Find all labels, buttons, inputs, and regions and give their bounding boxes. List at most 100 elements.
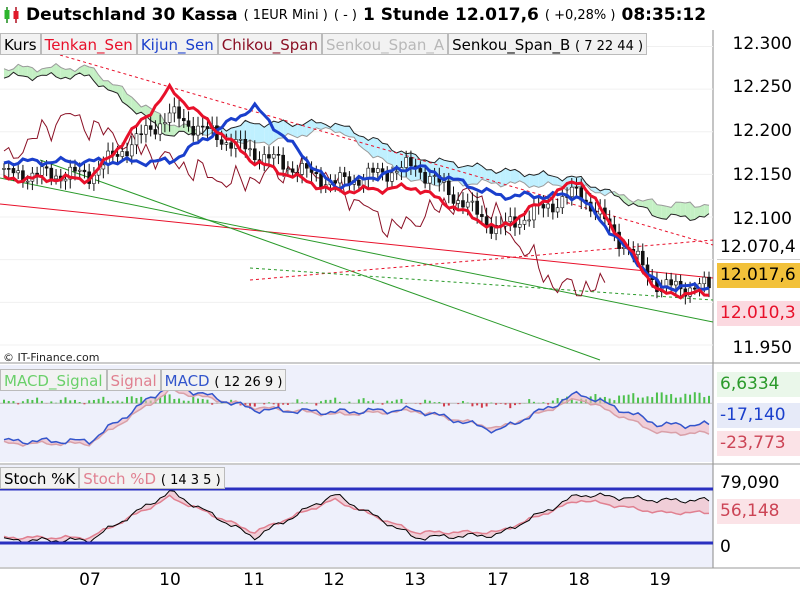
candle-body <box>551 203 555 213</box>
candle-body <box>702 276 707 285</box>
legend-label: Tenkan_Sen <box>44 36 133 54</box>
x-tick: 10 <box>159 570 181 590</box>
y-tick: 12.200 <box>732 121 792 141</box>
candle-body <box>54 175 58 180</box>
candle-body <box>693 287 697 290</box>
legend-label: MACD <box>164 372 210 390</box>
candle-body <box>333 180 338 184</box>
x-tick: 12 <box>323 570 345 590</box>
candle-body <box>290 168 295 173</box>
legend-item-kurs[interactable]: Kurs <box>0 33 41 55</box>
legend-item-senkou-a[interactable]: Senkou_Span_A <box>322 33 449 55</box>
candle-body <box>281 154 285 170</box>
candle-body <box>636 250 640 255</box>
candle-body <box>394 171 399 174</box>
ichimoku-cloud-segment <box>533 173 539 188</box>
y-tick: 11.950 <box>732 338 792 358</box>
y-tick: 12.250 <box>732 77 792 97</box>
legend-label: Senkou_Span_B <box>452 36 571 54</box>
candle-body <box>158 123 162 135</box>
candle-body <box>428 176 432 184</box>
candle-body <box>404 157 408 168</box>
chart-canvas[interactable] <box>0 0 800 600</box>
candle-body <box>470 200 475 203</box>
candle-body <box>163 122 167 125</box>
candle-body <box>262 154 267 164</box>
candle-body <box>569 186 574 197</box>
candle-body <box>267 154 271 159</box>
value-box-stoch-d: 56,148 <box>717 499 800 524</box>
candle-body <box>115 154 120 157</box>
ichimoku-cloud-segment <box>510 169 516 184</box>
legend-item-macd[interactable]: MACD ( 12 26 9 ) <box>160 369 287 391</box>
legend-item-tenkan[interactable]: Tenkan_Sen <box>40 33 137 55</box>
legend-label: Kijun_Sen <box>140 36 214 54</box>
candle-body <box>300 163 304 175</box>
value-box-price: 12.017,6 <box>717 263 800 288</box>
candle-body <box>144 125 148 135</box>
stoch-legend: Stoch %K Stoch %D ( 14 3 5 ) <box>0 467 225 489</box>
ichimoku-cloud-segment <box>656 204 662 219</box>
x-tick: 13 <box>404 570 426 590</box>
candle-body <box>541 204 546 209</box>
candle-body <box>480 214 484 217</box>
legend-item-senkou-b[interactable]: Senkou_Span_B ( 7 22 44 ) <box>448 33 648 55</box>
candle-body <box>181 118 186 122</box>
candle-body <box>674 280 678 286</box>
legend-label: MACD_Signal <box>4 372 103 390</box>
legend-params: ( 14 3 5 ) <box>160 473 221 488</box>
x-tick: 11 <box>243 570 265 590</box>
candle-body <box>707 276 711 289</box>
legend-item-signal[interactable]: Signal <box>106 369 161 391</box>
candle-body <box>2 168 6 170</box>
legend-item-macd-signal[interactable]: MACD_Signal <box>0 369 107 391</box>
value-box-signal: -23,773 <box>717 431 800 456</box>
candle-body <box>418 168 423 173</box>
candle-body <box>101 164 106 170</box>
y-tick: 12.150 <box>732 165 792 185</box>
candle-body <box>63 178 68 182</box>
candle-body <box>125 151 129 157</box>
legend-label: Kurs <box>4 36 37 54</box>
legend-item-kijun[interactable]: Kijun_Sen <box>136 33 218 55</box>
legend-label: Senkou_Span_A <box>326 36 445 54</box>
candle-body <box>555 207 560 213</box>
candle-body <box>461 200 465 208</box>
x-tick: 19 <box>649 570 671 590</box>
candle-body <box>432 175 437 177</box>
ichimoku-cloud-segment <box>675 202 681 217</box>
candle-body <box>489 225 494 234</box>
candle-body <box>271 154 276 159</box>
ichimoku-cloud-segment <box>22 66 28 77</box>
price-legend: Kurs Tenkan_Sen Kijun_Sen Chikou_Span Se… <box>0 33 648 55</box>
candle-body <box>409 157 413 167</box>
legend-item-chikou[interactable]: Chikou_Span <box>217 33 322 55</box>
candle-body <box>186 120 191 127</box>
candle-body <box>669 279 673 286</box>
candle-body <box>546 203 550 209</box>
candle-body <box>191 126 196 136</box>
candle-body <box>517 224 522 228</box>
candle-body <box>371 167 375 173</box>
candle-body <box>177 106 181 119</box>
candle-body <box>49 167 54 180</box>
legend-item-stoch-d[interactable]: Stoch %D ( 14 3 5 ) <box>79 467 225 489</box>
candle-body <box>314 172 319 174</box>
ichimoku-cloud-segment <box>661 205 667 220</box>
legend-item-stoch-k[interactable]: Stoch %K <box>0 467 80 489</box>
candle-body <box>574 186 579 189</box>
candle-body <box>153 129 158 135</box>
legend-label: Stoch %K <box>4 470 76 488</box>
candle-body <box>120 151 125 157</box>
candle-body <box>342 172 347 177</box>
candle-body <box>16 170 20 174</box>
value-box-stoch-zero: 0 <box>717 535 800 560</box>
candle-body <box>465 201 470 208</box>
candle-body <box>243 138 248 150</box>
candle-body <box>148 125 153 130</box>
candle-body <box>219 139 224 145</box>
candle-body <box>357 179 361 186</box>
candle-body <box>446 180 451 196</box>
value-box-tenkan: 12.010,3 <box>717 301 800 326</box>
legend-label: Signal <box>110 372 157 390</box>
